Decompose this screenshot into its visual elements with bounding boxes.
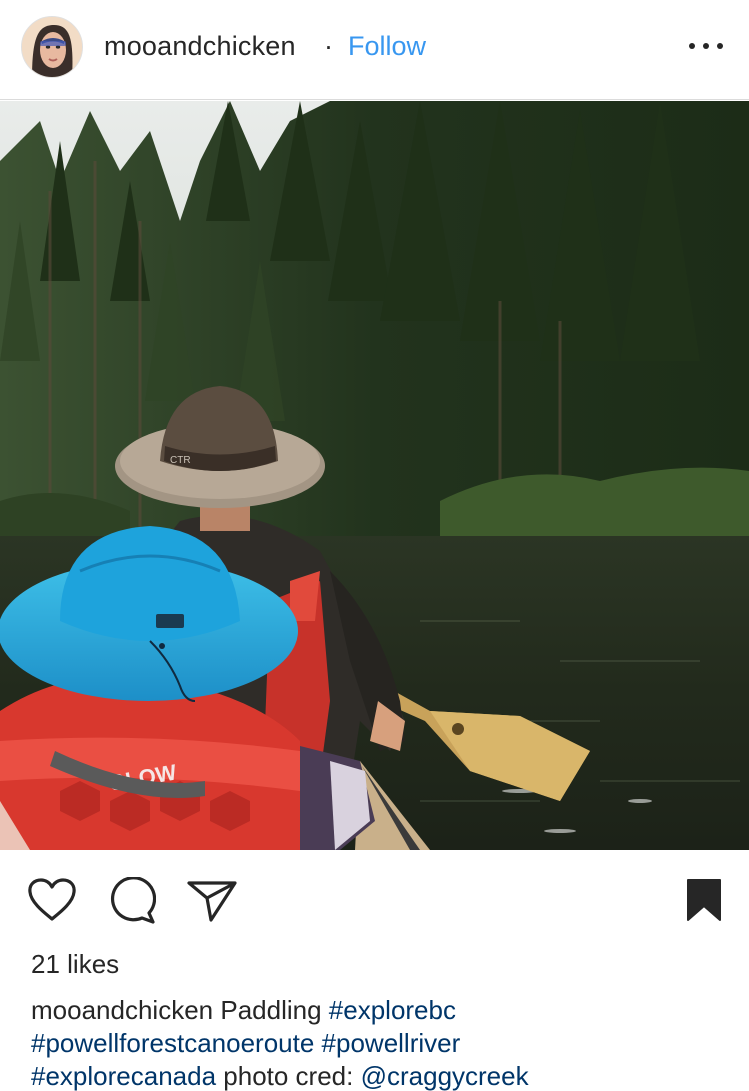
like-count[interactable]: 21 likes (31, 949, 119, 980)
avatar-image (22, 17, 82, 77)
post-header: mooandchicken · Follow (0, 0, 749, 100)
follow-button[interactable]: Follow (348, 31, 426, 62)
hashtag-explorebc[interactable]: #explorebc (329, 995, 456, 1025)
caption-space (314, 1028, 321, 1058)
avatar[interactable] (21, 16, 83, 78)
caption-username[interactable]: mooandchicken (31, 995, 213, 1025)
canoe-photo: CTR GLOW (0, 101, 749, 850)
post-username[interactable]: mooandchicken (104, 31, 296, 62)
mention-craggycreek[interactable]: @craggycreek (361, 1061, 529, 1091)
post-image[interactable]: CTR GLOW (0, 101, 749, 850)
hashtag-powellforestcanoeroute[interactable]: #powellforestcanoeroute (31, 1028, 314, 1058)
separator-dot: · (324, 31, 333, 61)
heart-icon[interactable] (27, 878, 77, 922)
comment-icon[interactable] (108, 877, 156, 925)
svg-text:CTR: CTR (170, 455, 191, 466)
bookmark-icon[interactable] (686, 878, 722, 922)
caption-photo-credit: photo cred: (216, 1061, 361, 1091)
hashtag-powellriver[interactable]: #powellriver (322, 1028, 461, 1058)
share-icon[interactable] (186, 879, 238, 923)
hashtag-explorecanada[interactable]: #explorecanada (31, 1061, 216, 1091)
caption-text: Paddling (213, 995, 329, 1025)
more-options-icon[interactable] (689, 36, 723, 56)
post-caption: mooandchicken Paddling #explorebc #powell… (31, 994, 731, 1091)
action-bar (0, 851, 749, 946)
